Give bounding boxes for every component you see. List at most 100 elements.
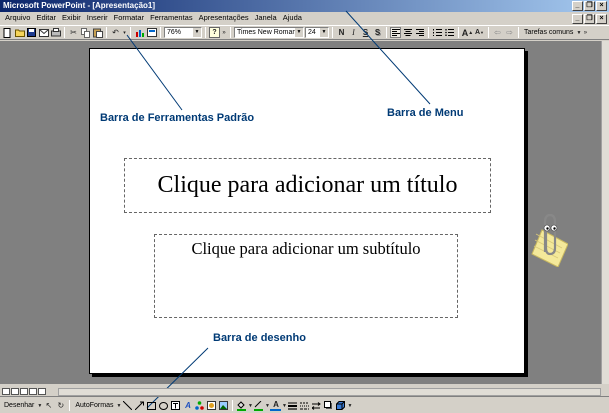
dash-style-icon[interactable] — [299, 400, 310, 411]
rectangle-tool-icon[interactable] — [146, 400, 157, 411]
chevron-down-icon[interactable]: ▼ — [576, 27, 581, 38]
clip-art-icon[interactable] — [206, 400, 217, 411]
horizontal-scrollbar[interactable] — [58, 388, 601, 396]
toolbar-options-icon[interactable]: » — [221, 27, 227, 38]
toolbar-separator — [232, 400, 234, 411]
chevron-down-icon[interactable]: ▼ — [37, 400, 42, 411]
common-tasks-button[interactable]: Tarefas comuns — [522, 29, 575, 36]
text-box-icon[interactable] — [170, 400, 181, 411]
toolbar-separator — [488, 27, 489, 38]
save-icon[interactable] — [26, 27, 37, 38]
italic-button[interactable]: I — [348, 27, 359, 38]
insert-picture-icon[interactable] — [218, 400, 229, 411]
insert-diagram-icon[interactable] — [194, 400, 205, 411]
shadow-style-icon[interactable] — [323, 400, 334, 411]
document-window-controls: _ ❐ × — [572, 13, 607, 24]
menu-ferramentas[interactable]: Ferramentas — [147, 12, 196, 24]
email-icon[interactable] — [38, 27, 49, 38]
new-document-icon[interactable] — [2, 27, 13, 38]
close-button[interactable]: × — [596, 1, 607, 11]
font-color-icon[interactable]: A — [270, 400, 282, 411]
menu-editar[interactable]: Editar — [33, 12, 59, 24]
chevron-down-icon[interactable]: ▼ — [282, 400, 287, 411]
wordart-icon[interactable]: A — [182, 400, 193, 411]
align-center-icon[interactable] — [402, 27, 413, 38]
line-tool-icon[interactable] — [122, 400, 133, 411]
office-assistant-clippy-icon[interactable] — [528, 212, 568, 267]
line-style-icon[interactable] — [287, 400, 298, 411]
vertical-scrollbar[interactable] — [601, 41, 609, 384]
chevron-down-icon: ▼ — [193, 28, 201, 37]
bold-button[interactable]: N — [336, 27, 347, 38]
draw-menu-button[interactable]: Desenhar — [2, 402, 36, 409]
title-placeholder[interactable]: Clique para adicionar um título — [124, 158, 491, 213]
chevron-down-icon[interactable]: ▼ — [248, 400, 253, 411]
insert-chart-icon[interactable] — [134, 27, 145, 38]
fill-color-icon[interactable] — [236, 400, 247, 411]
doc-minimize-button[interactable]: _ — [572, 14, 583, 24]
menu-arquivo[interactable]: Arquivo — [2, 12, 33, 24]
slide-show-icon[interactable] — [38, 388, 46, 395]
font-size-value: 24 — [308, 29, 316, 36]
menu-ajuda[interactable]: Ajuda — [280, 12, 305, 24]
menu-apresentacoes[interactable]: Apresentações — [196, 12, 252, 24]
promote-icon[interactable]: ⇦ — [492, 27, 503, 38]
normal-view-icon[interactable] — [2, 388, 10, 395]
chevron-down-icon[interactable]: ▼ — [265, 400, 270, 411]
menu-exibir[interactable]: Exibir — [59, 12, 84, 24]
new-slide-icon[interactable] — [146, 27, 157, 38]
slide-view-icon[interactable] — [20, 388, 28, 395]
open-folder-icon[interactable] — [14, 27, 25, 38]
menu-janela[interactable]: Janela — [252, 12, 280, 24]
toolbar-options-icon[interactable]: ▼ — [347, 400, 353, 411]
slide[interactable]: Clique para adicionar um título Clique p… — [89, 48, 525, 374]
cut-icon[interactable]: ✂ — [68, 27, 79, 38]
align-left-icon[interactable] — [390, 27, 401, 38]
doc-restore-button[interactable]: ❐ — [584, 14, 595, 24]
toolbar-separator — [332, 27, 333, 38]
standard-toolbar: ✂ ↶ ▾ 76% ▼ ? » Times New Roman ▼ 24 ▼ N… — [0, 25, 609, 40]
toolbar-separator — [130, 27, 131, 38]
undo-icon[interactable]: ↶ — [110, 27, 121, 38]
3d-style-icon[interactable] — [335, 400, 346, 411]
line-color-icon[interactable] — [253, 400, 264, 411]
chevron-down-icon[interactable]: ▼ — [116, 400, 122, 411]
autoshapes-menu-button[interactable]: AutoFormas — [73, 402, 115, 409]
outline-view-icon[interactable] — [11, 388, 19, 395]
restore-button[interactable]: ❐ — [584, 1, 595, 11]
paste-icon[interactable] — [92, 27, 103, 38]
menu-inserir[interactable]: Inserir — [84, 12, 111, 24]
oval-tool-icon[interactable] — [158, 400, 169, 411]
bullets-icon[interactable] — [444, 27, 455, 38]
arrow-tool-icon[interactable] — [134, 400, 145, 411]
menu-formatar[interactable]: Formatar — [111, 12, 147, 24]
subtitle-placeholder[interactable]: Clique para adicionar um subtítulo — [154, 234, 458, 318]
increase-font-size-icon[interactable]: A ▲ — [462, 27, 473, 38]
toolbar-separator — [386, 27, 387, 38]
undo-dropdown-icon[interactable]: ▾ — [122, 27, 127, 38]
toolbar-separator — [64, 27, 65, 38]
toolbar-options-icon[interactable]: » — [582, 27, 588, 38]
zoom-select[interactable]: 76% ▼ — [164, 27, 202, 38]
select-objects-icon[interactable]: ↖ — [43, 400, 54, 411]
shadow-button[interactable]: S — [372, 27, 383, 38]
free-rotate-icon[interactable]: ↻ — [55, 400, 66, 411]
align-right-icon[interactable] — [414, 27, 425, 38]
drawing-toolbar: Desenhar ▼ ↖ ↻ AutoFormas ▼ A ▼ ▼ A ▼ ▼ — [0, 398, 609, 413]
arrow-style-icon[interactable] — [311, 400, 322, 411]
doc-close-button[interactable]: × — [596, 14, 607, 24]
font-size-select[interactable]: 24 ▼ — [305, 27, 329, 38]
toolbar-separator — [428, 27, 429, 38]
numbering-icon[interactable] — [432, 27, 443, 38]
demote-icon[interactable]: ⇨ — [504, 27, 515, 38]
window-title: Microsoft PowerPoint - [Apresentação1] — [3, 1, 156, 10]
print-icon[interactable] — [50, 27, 61, 38]
minimize-button[interactable]: _ — [572, 1, 583, 11]
slide-sorter-view-icon[interactable] — [29, 388, 37, 395]
copy-icon[interactable] — [80, 27, 91, 38]
toolbar-separator — [205, 27, 206, 38]
underline-button[interactable]: S — [360, 27, 371, 38]
help-icon[interactable]: ? — [209, 27, 220, 38]
font-name-select[interactable]: Times New Roman ▼ — [234, 27, 304, 38]
decrease-font-size-icon[interactable]: A ▼ — [474, 27, 485, 38]
